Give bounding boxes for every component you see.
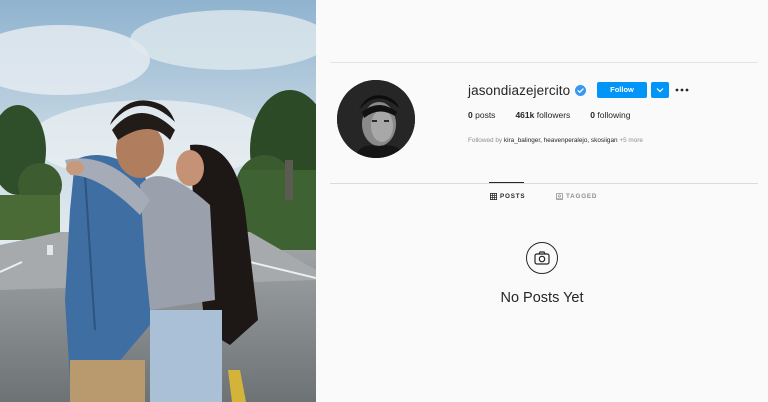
profile-stats: 0 posts 461k followers 0 following xyxy=(468,110,650,120)
instagram-profile-panel: jasondiazejercito Follow 0 posts 461k fo… xyxy=(316,0,768,402)
couple-photo xyxy=(0,0,316,402)
avatar[interactable] xyxy=(337,80,415,158)
empty-state-title: No Posts Yet xyxy=(500,290,584,306)
username: jasondiazejercito xyxy=(468,82,571,98)
tab-tagged[interactable]: TAGGED xyxy=(556,193,597,200)
tab-posts[interactable]: POSTS xyxy=(490,193,525,200)
suggested-accounts-button[interactable] xyxy=(651,82,669,98)
empty-state-camera xyxy=(526,242,558,274)
following-label: following xyxy=(597,110,631,120)
tab-tagged-label: TAGGED xyxy=(566,193,598,200)
posts-label: posts xyxy=(475,110,496,120)
following-count: 0 xyxy=(590,110,596,120)
followed-by-prefix: Followed by xyxy=(468,137,503,144)
followers-count: 461k xyxy=(515,110,535,120)
active-tab-indicator xyxy=(489,182,524,183)
followers-stat[interactable]: 461k followers xyxy=(515,110,570,120)
tag-icon xyxy=(556,193,563,200)
follow-button[interactable]: Follow xyxy=(597,82,647,98)
followed-by-names: kira_balinger, heavenperalejo, skosiigan xyxy=(503,137,618,144)
tab-posts-label: POSTS xyxy=(500,193,526,200)
posts-stat: 0 posts xyxy=(468,110,495,120)
couple-photo-illustration xyxy=(0,0,316,402)
header-divider xyxy=(330,62,758,63)
more-options-icon xyxy=(675,88,689,92)
camera-icon xyxy=(534,251,550,265)
tabs-divider xyxy=(330,183,758,184)
more-options-button[interactable] xyxy=(674,82,690,98)
following-stat[interactable]: 0 following xyxy=(590,110,630,120)
posts-count: 0 xyxy=(468,110,473,120)
followers-label: followers xyxy=(536,110,571,120)
followed-by-more: +5 more xyxy=(619,137,643,144)
avatar-portrait xyxy=(337,80,415,158)
verified-badge-icon xyxy=(575,84,587,96)
username-row: jasondiazejercito xyxy=(468,80,587,100)
chevron-down-icon xyxy=(656,88,664,93)
grid-icon xyxy=(490,193,497,200)
followed-by[interactable]: Followed by kira_balinger, heavenperalej… xyxy=(468,137,643,144)
